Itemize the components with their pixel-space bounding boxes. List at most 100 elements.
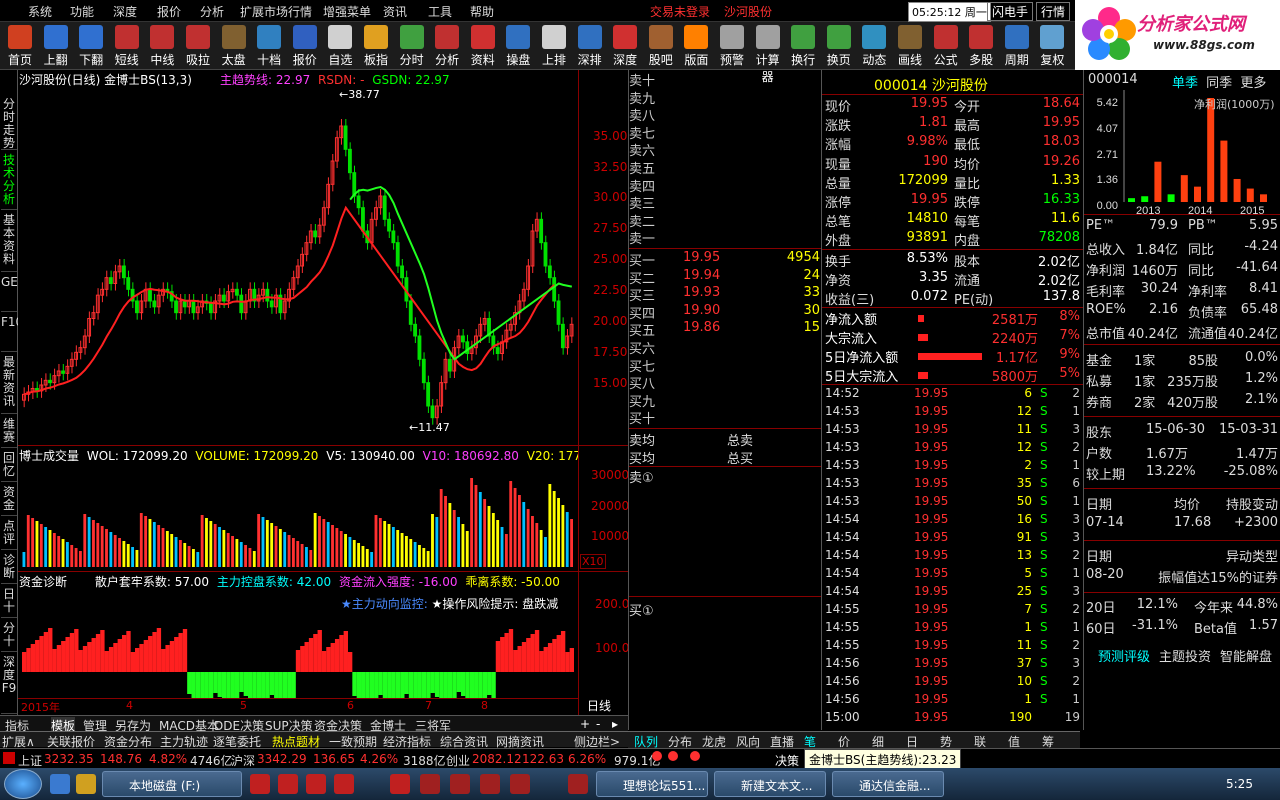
toolbar-1[interactable]: 上翻 <box>39 24 73 68</box>
f10-link-0[interactable]: 预测评级 <box>1098 646 1150 665</box>
ie-icon[interactable] <box>50 774 70 794</box>
tab-depth-f9[interactable]: 深度F9 <box>1 656 17 714</box>
menu-quote[interactable]: 报价 <box>157 3 181 20</box>
buy-level[interactable]: 买五 19.86 15 <box>629 320 822 339</box>
tab-same-quarter[interactable]: 同季 <box>1206 76 1232 91</box>
f10-link-1[interactable]: 主题投资 <box>1159 646 1211 665</box>
toolbar-28[interactable]: 周期 <box>1000 24 1034 68</box>
menu-enhanced[interactable]: 增强菜单 <box>323 3 371 20</box>
tab-intraday[interactable]: 分时走势 <box>1 98 17 150</box>
toolbar-15[interactable]: 上排 <box>537 24 571 68</box>
task-new-text[interactable]: 新建文本文... <box>714 771 826 797</box>
toolbar-22[interactable]: 换行 <box>786 24 820 68</box>
tab-funds[interactable]: 资金 <box>1 486 17 516</box>
market-button[interactable]: 行情 <box>1036 2 1071 21</box>
sell-level[interactable]: 卖七 <box>629 123 822 142</box>
toolbar-12[interactable]: 分析 <box>430 24 464 68</box>
menu-analysis[interactable]: 分析 <box>200 3 224 20</box>
plus-button[interactable]: + <box>580 717 590 731</box>
toolbar-16[interactable]: 深排 <box>573 24 607 68</box>
app-icon[interactable] <box>420 774 440 794</box>
app-icon[interactable] <box>334 774 354 794</box>
tab-technical[interactable]: 技术分析 <box>1 154 17 210</box>
toolbar-11[interactable]: 分时 <box>395 24 429 68</box>
trade-status[interactable]: 交易未登录 <box>650 3 710 20</box>
diagnosis-canvas[interactable] <box>18 590 578 698</box>
app-icon[interactable] <box>250 774 270 794</box>
sell-level[interactable]: 卖一 <box>629 228 822 247</box>
app-icon[interactable] <box>390 774 410 794</box>
tab-get[interactable]: GET <box>1 276 25 312</box>
toolbar-23[interactable]: 换页 <box>822 24 856 68</box>
sell-level[interactable]: 卖五 <box>629 158 822 177</box>
toolbar-2[interactable]: 下翻 <box>74 24 108 68</box>
sell-level[interactable]: 卖八 <box>629 105 822 124</box>
toolbar-8[interactable]: 报价 <box>288 24 322 68</box>
task-local-disk[interactable]: 本地磁盘 (F:) <box>102 771 242 797</box>
scroll-right-icon[interactable]: ▸ <box>612 717 618 731</box>
volume-canvas[interactable] <box>18 463 578 571</box>
app-icon[interactable] <box>450 774 470 794</box>
buy-level[interactable]: 买八 <box>629 373 822 392</box>
app-icon[interactable] <box>306 774 326 794</box>
start-button[interactable] <box>4 769 42 799</box>
toolbar-5[interactable]: 吸拉 <box>181 24 215 68</box>
tab-latest-news[interactable]: 最新资讯 <box>1 356 17 414</box>
toolbar-29[interactable]: 复权 <box>1035 24 1069 68</box>
period-label[interactable]: 日线 <box>587 697 611 714</box>
toolbar-10[interactable]: 板指 <box>359 24 393 68</box>
menu-system[interactable]: 系统 <box>28 3 52 20</box>
toolbar-18[interactable]: 股吧 <box>644 24 678 68</box>
decision-label[interactable]: 决策 <box>775 752 799 769</box>
kline-chart-area[interactable]: 沙河股份(日线) 金博士BS(13,3) 主趋势线: 22.97 RSDN: -… <box>18 70 623 715</box>
buy-level[interactable]: 买一 19.95 4954 <box>629 250 822 269</box>
sell-level[interactable]: 卖六 <box>629 140 822 159</box>
buy-level[interactable]: 买二 19.94 24 <box>629 268 822 287</box>
menu-help[interactable]: 帮助 <box>470 3 494 20</box>
toolbar-19[interactable]: 版面 <box>679 24 713 68</box>
tab-min10[interactable]: 分十 <box>1 622 17 652</box>
buy-level[interactable]: 买九 <box>629 391 822 410</box>
tab-weisai[interactable]: 维赛 <box>1 418 17 448</box>
f10-link-2[interactable]: 智能解盘 <box>1220 646 1272 665</box>
sell-level[interactable]: 卖四 <box>629 176 822 195</box>
minus-button[interactable]: - <box>596 717 600 731</box>
tab-f10[interactable]: F10 <box>1 316 23 352</box>
tab-recall[interactable]: 回忆 <box>1 452 17 482</box>
menu-news[interactable]: 资讯 <box>383 3 407 20</box>
toolbar-13[interactable]: 资料 <box>466 24 500 68</box>
toolbar-7[interactable]: 十档 <box>252 24 286 68</box>
toolbar-4[interactable]: 中线 <box>145 24 179 68</box>
tab-diagnosis[interactable]: 诊断 <box>1 554 17 584</box>
buy1-queue[interactable]: 买① <box>629 600 654 619</box>
folder-icon[interactable] <box>76 774 96 794</box>
buy-level[interactable]: 买十 <box>629 408 822 427</box>
menu-tools[interactable]: 工具 <box>428 3 452 20</box>
tab-more[interactable]: 更多 <box>1240 76 1266 91</box>
toolbar-26[interactable]: 公式 <box>929 24 963 68</box>
tab-basic-info[interactable]: 基本资料 <box>1 214 17 272</box>
toolbar-9[interactable]: 自选 <box>323 24 357 68</box>
buy-level[interactable]: 买四 19.90 30 <box>629 303 822 322</box>
toolbar-27[interactable]: 多股 <box>964 24 998 68</box>
task-tdx[interactable]: 通达信金融... <box>832 771 944 797</box>
kline-canvas[interactable] <box>18 86 578 446</box>
menu-function[interactable]: 功能 <box>70 3 94 20</box>
tab-single-quarter[interactable]: 单季 <box>1172 76 1198 91</box>
sell-level[interactable]: 卖十 <box>629 70 822 89</box>
toolbar-25[interactable]: 画线 <box>893 24 927 68</box>
toolbar-6[interactable]: 太盘 <box>217 24 251 68</box>
toolbar-0[interactable]: 首页 <box>3 24 37 68</box>
toolbar-3[interactable]: 短线 <box>110 24 144 68</box>
tab-review[interactable]: 点评 <box>1 520 17 550</box>
flash-button[interactable]: 闪电手 <box>987 2 1034 21</box>
buy-level[interactable]: 买六 <box>629 338 822 357</box>
task-forum[interactable]: 理想论坛551... <box>596 771 708 797</box>
sell-level[interactable]: 卖九 <box>629 88 822 107</box>
toolbar-20[interactable]: 预警 <box>715 24 749 68</box>
app-icon[interactable] <box>480 774 500 794</box>
menu-depth[interactable]: 深度 <box>113 3 137 20</box>
toolbar-17[interactable]: 深度 <box>608 24 642 68</box>
menu-ext-market[interactable]: 扩展市场行情 <box>240 3 312 20</box>
app-icon[interactable] <box>510 774 530 794</box>
